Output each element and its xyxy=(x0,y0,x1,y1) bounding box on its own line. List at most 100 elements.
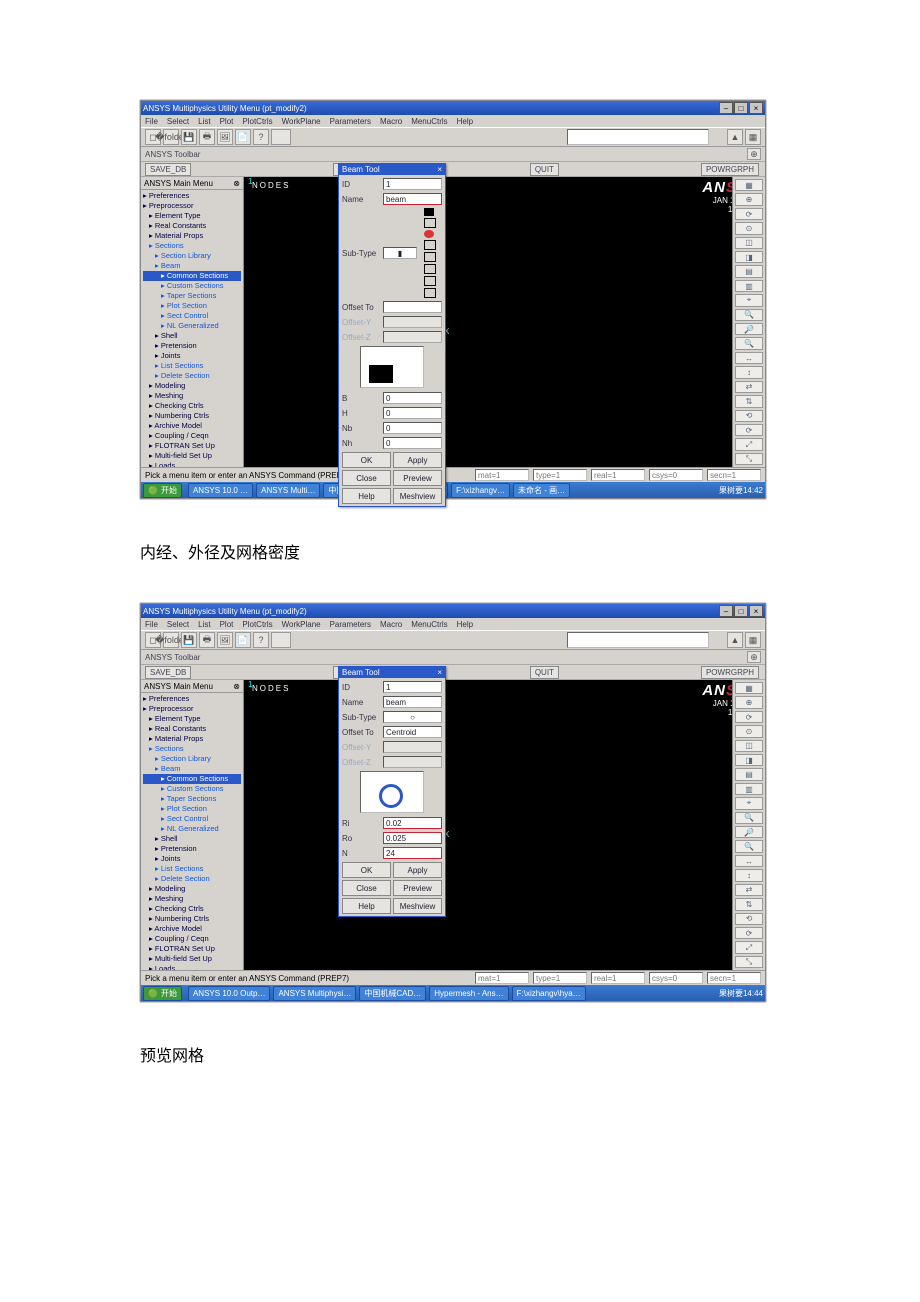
toolbar-expand-icon[interactable]: ⊕ xyxy=(747,148,761,160)
taskbar-item[interactable]: 未命名 - 画… xyxy=(513,483,570,498)
toolbar-save_db[interactable]: SAVE_DB xyxy=(145,163,191,176)
tree-shell[interactable]: ▸ Shell xyxy=(143,331,241,341)
tree-joints[interactable]: ▸ Joints xyxy=(143,351,241,361)
view-tool-8[interactable]: ⌖ xyxy=(735,797,763,809)
minimize-button[interactable]: – xyxy=(719,102,733,114)
tree-flotran-set-up[interactable]: ▸ FLOTRAN Set Up xyxy=(143,944,241,954)
tree-preferences[interactable]: ▸ Preferences xyxy=(143,694,241,704)
meshview-button[interactable]: Meshview xyxy=(393,488,442,504)
help-button[interactable]: Help xyxy=(342,488,391,504)
save-icon[interactable]: 💾 xyxy=(181,129,197,145)
view-tool-3[interactable]: ⊙ xyxy=(735,725,763,737)
menu-macro[interactable]: Macro xyxy=(380,117,402,126)
view-tool-16[interactable]: ⟲ xyxy=(735,410,763,422)
tree-real-constants[interactable]: ▸ Real Constants xyxy=(143,724,241,734)
toolbar-powrgrph[interactable]: POWRGRPH xyxy=(701,666,759,679)
view-tool-10[interactable]: 🔎 xyxy=(735,323,763,335)
selection-dropdown[interactable] xyxy=(567,632,709,648)
taskbar-item[interactable]: Hypermesh - Ans… xyxy=(429,986,508,1001)
nb-field[interactable]: 0 xyxy=(383,422,442,434)
view-tool-18[interactable]: ⤢ xyxy=(735,438,763,450)
subtype-opt-hollow-icon[interactable] xyxy=(424,218,436,228)
tree-taper-sections[interactable]: ▸ Taper Sections xyxy=(143,291,241,301)
ok-button[interactable]: OK xyxy=(342,452,391,468)
menu-select[interactable]: Select xyxy=(167,620,189,629)
view-tool-11[interactable]: 🔍 xyxy=(735,840,763,852)
command-prompt[interactable]: Pick a menu item or enter an ANSYS Comma… xyxy=(145,974,469,983)
b-field[interactable]: 0 xyxy=(383,392,442,404)
nh-field[interactable]: 0 xyxy=(383,437,442,449)
subtype-select[interactable]: ▮ xyxy=(383,247,417,259)
view-tool-18[interactable]: ⤢ xyxy=(735,941,763,953)
toolbar-expand-icon[interactable]: ⊕ xyxy=(747,651,761,663)
tree-sect-control[interactable]: ▸ Sect Control xyxy=(143,311,241,321)
tree-material-props[interactable]: ▸ Material Props xyxy=(143,734,241,744)
nav-menu-icon[interactable]: ▦ xyxy=(745,129,761,145)
view-tool-15[interactable]: ⇅ xyxy=(735,898,763,910)
tree-pretension[interactable]: ▸ Pretension xyxy=(143,844,241,854)
subtype-opt-c-icon[interactable] xyxy=(424,276,436,286)
tree-section-library[interactable]: ▸ Section Library xyxy=(143,754,241,764)
close-dialog-button[interactable]: Close xyxy=(342,880,391,896)
help-icon[interactable]: ? xyxy=(253,129,269,145)
start-button[interactable]: 🟢 开始 xyxy=(143,986,182,1001)
menu-file[interactable]: File xyxy=(145,117,158,126)
menu-plot[interactable]: Plot xyxy=(220,620,234,629)
nav-up-icon[interactable]: ▲ xyxy=(727,129,743,145)
tree-modeling[interactable]: ▸ Modeling xyxy=(143,381,241,391)
tree-common-sections[interactable]: ▸ Common Sections xyxy=(143,271,241,281)
menu-plotctrls[interactable]: PlotCtrls xyxy=(242,117,272,126)
tree-meshing[interactable]: ▸ Meshing xyxy=(143,894,241,904)
tree-list-sections[interactable]: ▸ List Sections xyxy=(143,361,241,371)
tree-sections[interactable]: ▸ Sections xyxy=(143,241,241,251)
tree-sections[interactable]: ▸ Sections xyxy=(143,744,241,754)
toolbar-save_db[interactable]: SAVE_DB xyxy=(145,666,191,679)
menu-collapse-icon[interactable]: ⊗ xyxy=(233,179,240,188)
menu-workplane[interactable]: WorkPlane xyxy=(282,117,321,126)
view-tool-3[interactable]: ⊙ xyxy=(735,222,763,234)
view-tool-4[interactable]: ◫ xyxy=(735,237,763,249)
image-icon[interactable]: 🖼 xyxy=(217,632,233,648)
report-icon[interactable]: 📄 xyxy=(235,632,251,648)
save-icon[interactable]: 💾 xyxy=(181,632,197,648)
id-field[interactable]: 1 xyxy=(383,178,442,190)
tree-preprocessor[interactable]: ▸ Preprocessor xyxy=(143,201,241,211)
menu-help[interactable]: Help xyxy=(457,620,473,629)
view-tool-19[interactable]: ⤡ xyxy=(735,453,763,465)
view-tool-15[interactable]: ⇅ xyxy=(735,395,763,407)
view-tool-1[interactable]: ⊕ xyxy=(735,193,763,205)
tree-material-props[interactable]: ▸ Material Props xyxy=(143,231,241,241)
tree-nl-generalized[interactable]: ▸ NL Generalized xyxy=(143,321,241,331)
menu-plotctrls[interactable]: PlotCtrls xyxy=(242,620,272,629)
taskbar-item[interactable]: F:\xizhangv\hya… xyxy=(512,986,586,1001)
extra-toolbar-button[interactable] xyxy=(271,632,291,648)
toolbar-quit[interactable]: QUIT xyxy=(530,666,559,679)
tree-joints[interactable]: ▸ Joints xyxy=(143,854,241,864)
view-tool-1[interactable]: ⊕ xyxy=(735,696,763,708)
tree-delete-section[interactable]: ▸ Delete Section xyxy=(143,371,241,381)
view-tool-14[interactable]: ⇄ xyxy=(735,884,763,896)
menu-file[interactable]: File xyxy=(145,620,158,629)
view-tool-0[interactable]: ▦ xyxy=(735,682,763,694)
print-icon[interactable]: 🖶 xyxy=(199,632,215,648)
close-button[interactable]: × xyxy=(749,102,763,114)
taskbar-item[interactable]: ANSYS Multiphysi… xyxy=(273,986,356,1001)
tree-preferences[interactable]: ▸ Preferences xyxy=(143,191,241,201)
tree-coupling-ceqn[interactable]: ▸ Coupling / Ceqn xyxy=(143,934,241,944)
tree-real-constants[interactable]: ▸ Real Constants xyxy=(143,221,241,231)
tree-section-library[interactable]: ▸ Section Library xyxy=(143,251,241,261)
name-field[interactable]: beam xyxy=(383,193,442,205)
tree-common-sections[interactable]: ▸ Common Sections xyxy=(143,774,241,784)
help-icon[interactable]: ? xyxy=(253,632,269,648)
help-button[interactable]: Help xyxy=(342,898,391,914)
tree-loads[interactable]: ▸ Loads xyxy=(143,964,241,970)
tree-taper-sections[interactable]: ▸ Taper Sections xyxy=(143,794,241,804)
view-tool-8[interactable]: ⌖ xyxy=(735,294,763,306)
tree-delete-section[interactable]: ▸ Delete Section xyxy=(143,874,241,884)
view-tool-7[interactable]: ▥ xyxy=(735,280,763,292)
extra-toolbar-button[interactable] xyxy=(271,129,291,145)
offsetto-select[interactable]: Centroid xyxy=(383,726,442,738)
taskbar-item[interactable]: 中国机械CAD… xyxy=(359,986,426,1001)
subtype-select[interactable]: ○ xyxy=(383,711,442,723)
tree-modeling[interactable]: ▸ Modeling xyxy=(143,884,241,894)
